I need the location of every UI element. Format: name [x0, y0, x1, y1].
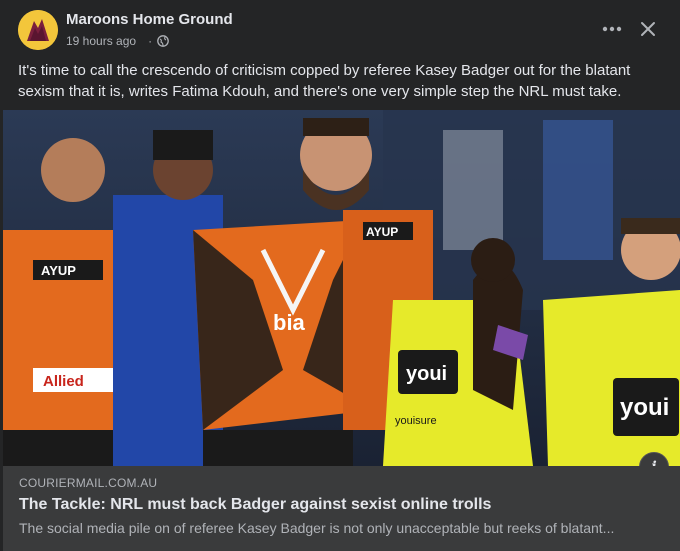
post-caption: It's time to call the crescendo of criti… — [18, 62, 631, 100]
close-button[interactable] — [633, 14, 663, 44]
avatar[interactable] — [18, 10, 58, 50]
referee-logo-1: youi — [406, 363, 447, 385]
link-preview[interactable]: COURIERMAIL.COM.AU The Tackle: NRL must … — [3, 466, 680, 551]
more-options-button[interactable] — [597, 14, 627, 44]
referee-sleeve-text: youisure — [395, 415, 437, 427]
link-domain: COURIERMAIL.COM.AU — [19, 476, 158, 490]
referee-logo-2: youi — [620, 394, 669, 421]
link-title[interactable]: The Tackle: NRL must back Badger against… — [19, 496, 491, 514]
jersey-text-left: AYUP — [41, 263, 76, 278]
facebook-post: Maroons Home Ground 19 hours ago · It's … — [0, 0, 680, 551]
link-description: The social media pile on of referee Kase… — [19, 520, 615, 536]
info-icon: i — [651, 459, 656, 466]
jersey-sponsor-left: Allied — [43, 373, 84, 390]
more-horizontal-icon — [602, 26, 622, 32]
post-timestamp[interactable]: 19 hours ago — [66, 34, 136, 48]
jersey-text-right: AYUP — [366, 225, 398, 239]
post-meta: 19 hours ago · — [66, 34, 169, 48]
close-icon — [641, 22, 655, 36]
link-preview-image[interactable]: AYUP Allied bia AYUP youi youisure youi — [3, 110, 680, 466]
jersey-sponsor-center: bia — [273, 310, 306, 335]
rugby-league-photo: AYUP Allied bia AYUP youi youisure youi — [3, 110, 680, 466]
page-name[interactable]: Maroons Home Ground — [66, 11, 233, 28]
maroons-logo-icon — [18, 10, 58, 50]
globe-icon[interactable] — [157, 35, 169, 47]
post-header: Maroons Home Ground 19 hours ago · — [0, 0, 680, 58]
meta-separator: · — [148, 34, 153, 48]
